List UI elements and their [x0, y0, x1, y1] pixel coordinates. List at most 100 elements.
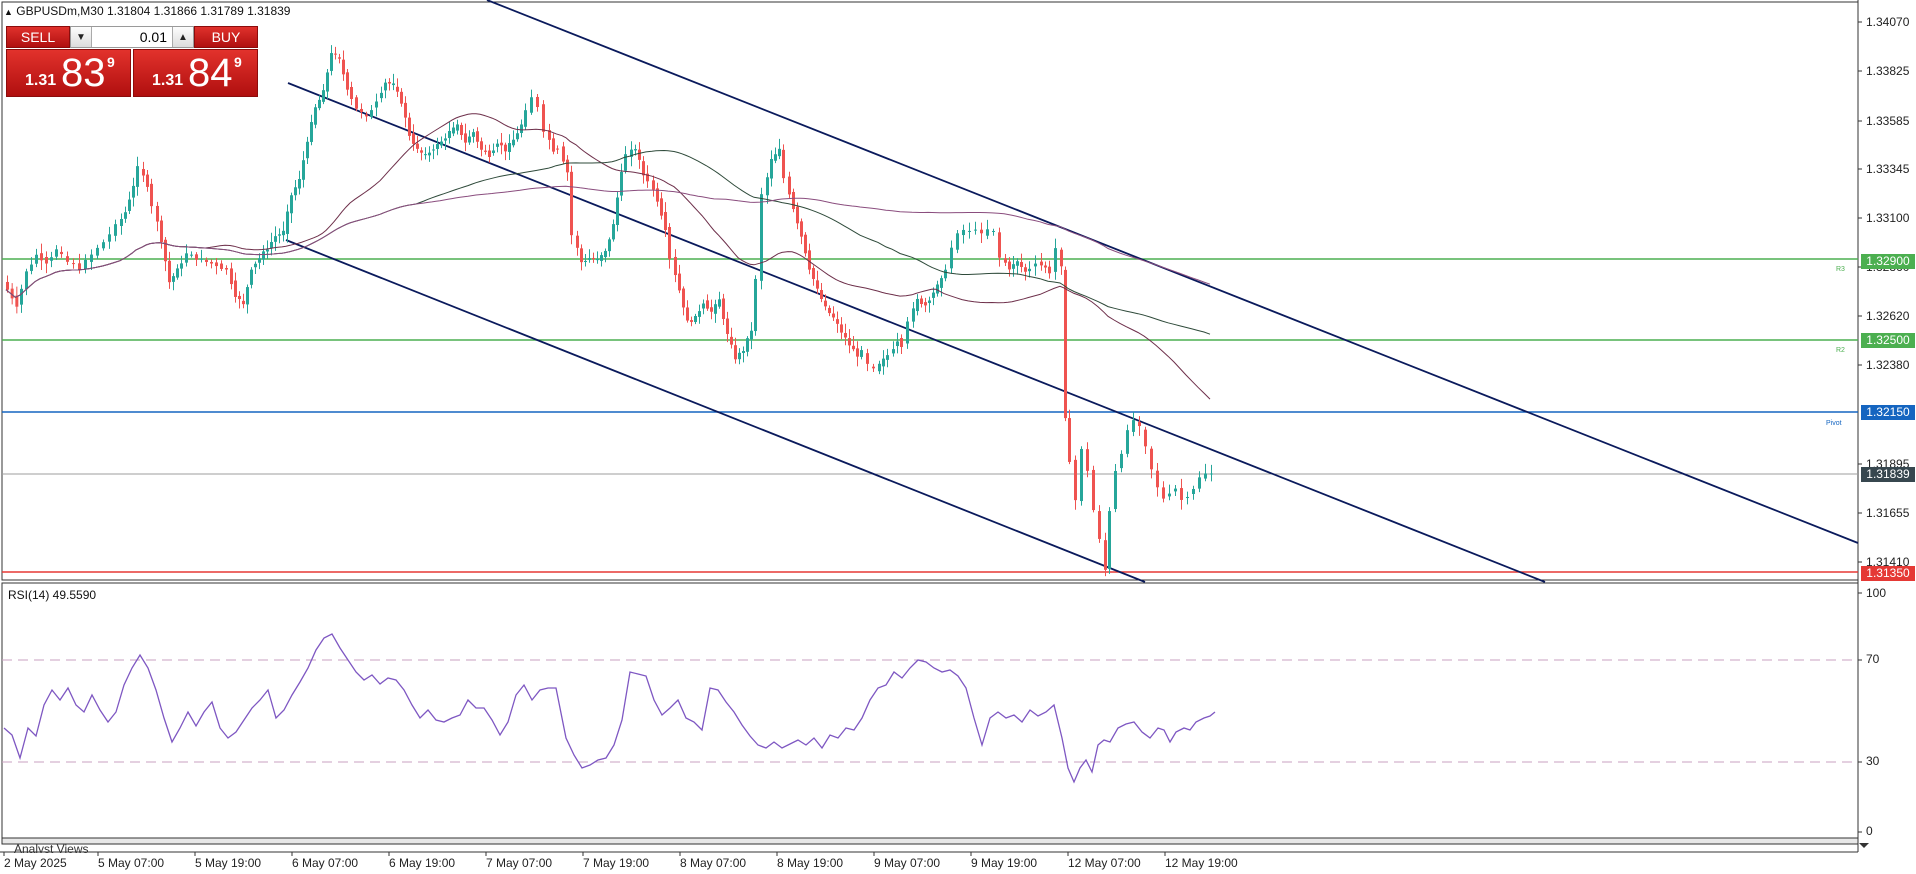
candle-body	[962, 229, 965, 236]
candle-body	[322, 90, 325, 102]
candle-body	[900, 338, 903, 347]
candle-body	[142, 168, 145, 176]
separator-bar	[1, 837, 1859, 845]
time-axis-label: 9 May 07:00	[874, 856, 941, 870]
candle-body	[722, 298, 725, 319]
rsi-line	[3, 633, 1216, 784]
candle-body	[604, 250, 607, 258]
candle-body	[944, 269, 947, 279]
candle-body	[286, 211, 289, 234]
candle-body	[96, 247, 99, 256]
candle-body	[706, 300, 709, 309]
candle-body	[294, 187, 297, 196]
candle-body	[832, 313, 835, 318]
candle-body	[1012, 264, 1015, 269]
candle-body	[176, 268, 179, 278]
candle-body	[584, 260, 587, 262]
candle-body	[1186, 496, 1189, 499]
candle-body	[1016, 261, 1019, 266]
sell-price-box[interactable]: 1.31 83 9	[6, 49, 131, 97]
lot-size-value[interactable]: 0.01	[93, 29, 171, 45]
one-click-trade-panel: SELL ▼ 0.01 ▲ BUY 1.31 83 9 1.31 84 9	[6, 26, 258, 98]
candle-body	[690, 320, 693, 322]
candle-body	[1198, 477, 1201, 489]
candle-body	[246, 287, 249, 305]
candle-body	[346, 72, 349, 90]
time-axis-label: 12 May 07:00	[1068, 856, 1141, 870]
candle-body	[986, 229, 989, 236]
candle-body	[928, 300, 931, 304]
rsi-axis-label: 30	[1866, 754, 1880, 768]
candle-body	[580, 248, 583, 263]
candle-body	[668, 226, 671, 260]
buy-button[interactable]: BUY	[194, 26, 258, 48]
sell-price-prefix: 1.31	[25, 72, 57, 89]
candle-body	[210, 261, 213, 264]
candle-body	[1204, 473, 1207, 479]
candle-body	[726, 318, 729, 334]
lot-increase-icon[interactable]: ▲	[172, 27, 193, 47]
lot-decrease-icon[interactable]: ▼	[71, 27, 92, 47]
candle-body	[128, 199, 131, 211]
candle-body	[738, 352, 741, 360]
candle-body	[1008, 261, 1011, 270]
candle-body	[350, 87, 353, 99]
candle-body	[836, 319, 839, 324]
main-chart-frame	[1, 1, 1859, 581]
candle-body	[66, 256, 69, 262]
collapse-triangle-icon[interactable]: ▲	[4, 7, 13, 17]
buy-price-box[interactable]: 1.31 84 9	[133, 49, 258, 97]
candle-body	[6, 281, 9, 290]
candle-body	[420, 150, 423, 153]
candle-body	[570, 171, 573, 236]
candle-body	[30, 264, 33, 271]
candle-body	[686, 307, 689, 321]
candle-body	[334, 53, 337, 55]
time-axis-label: 6 May 07:00	[292, 856, 359, 870]
candle-body	[812, 268, 815, 279]
candle-body	[698, 311, 701, 317]
level-tag-support: 1.31350	[1861, 566, 1915, 581]
candle-body	[866, 353, 869, 364]
candle-body	[774, 154, 777, 161]
candle-body	[886, 355, 889, 360]
candle-body	[856, 348, 859, 357]
sell-button[interactable]: SELL	[6, 26, 70, 48]
price-chart[interactable]	[0, 0, 1916, 874]
candle-body	[992, 230, 995, 232]
analyst-views-tab[interactable]: Analyst Views	[14, 843, 88, 853]
candle-body	[250, 269, 253, 285]
candle-body	[1114, 470, 1117, 510]
candle-body	[956, 233, 959, 250]
candle-body	[424, 154, 427, 156]
buy-price-prefix: 1.31	[152, 72, 184, 89]
candle-body	[760, 194, 763, 281]
lot-size-field[interactable]: ▼ 0.01 ▲	[70, 26, 194, 48]
candle-body	[496, 143, 499, 147]
candle-body	[492, 150, 495, 154]
candle-body	[396, 86, 399, 92]
candle-body	[974, 229, 977, 231]
time-axis-label: 7 May 07:00	[486, 856, 553, 870]
candle-body	[1044, 265, 1047, 268]
candle-body	[290, 195, 293, 214]
candle-body	[916, 298, 919, 312]
candle-body	[808, 250, 811, 270]
candle-body	[416, 143, 419, 149]
candle-body	[1040, 261, 1043, 266]
candle-body	[306, 141, 309, 159]
candle-body	[660, 198, 663, 216]
candle-body	[488, 150, 491, 157]
candle-body	[480, 141, 483, 150]
candle-body	[448, 130, 451, 139]
candle-body	[742, 351, 745, 353]
candle-body	[1132, 420, 1135, 432]
candle-body	[968, 230, 971, 232]
candle-body	[432, 149, 435, 151]
candle-body	[1180, 488, 1183, 500]
candle-body	[160, 220, 163, 242]
candle-body	[1192, 489, 1195, 494]
candle-body	[998, 232, 1001, 258]
chart-window[interactable]: ▲ GBPUSDm,M30 1.31804 1.31866 1.31789 1.…	[0, 0, 1916, 874]
candle-body	[844, 333, 847, 338]
